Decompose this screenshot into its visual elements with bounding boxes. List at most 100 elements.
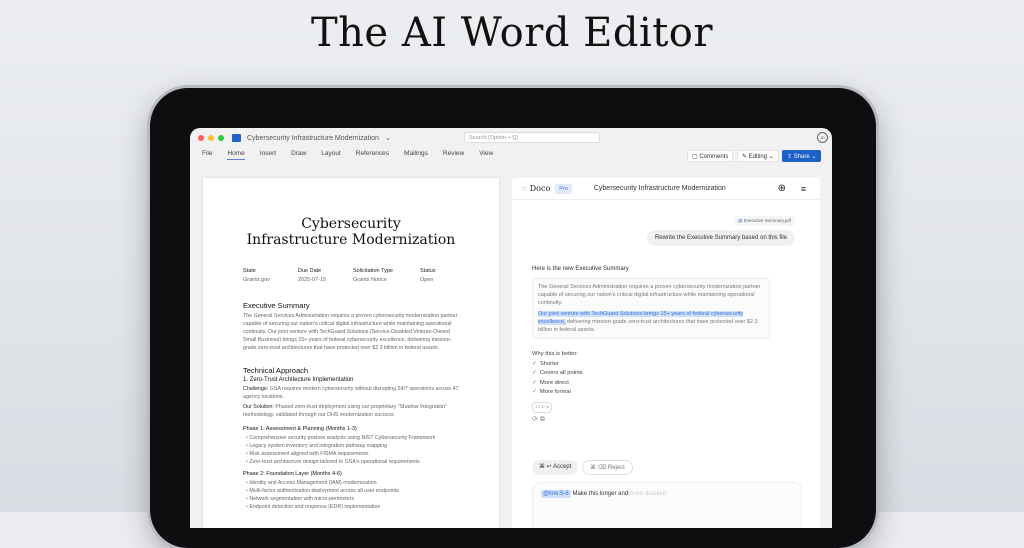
list-item: Risk assessment aligned with FISMA requi… [246, 450, 459, 458]
pro-badge: Pro [555, 183, 572, 194]
tab-review[interactable]: Review [443, 150, 464, 160]
meta-label: State [243, 268, 256, 274]
tab-file[interactable]: File [202, 150, 212, 160]
why-better-section: Why this is better: ✓ Shorter ✓ Covers all… [532, 350, 583, 425]
share-button[interactable]: ⇪ Share ⌄ [782, 150, 822, 162]
why-item-label: More direct [539, 379, 569, 386]
phase1-list: Comprehensive security posture analysis … [243, 434, 459, 466]
suggestion-text: The General Services Administration requ… [538, 284, 761, 306]
comments-button[interactable]: ▢ Comments [687, 150, 734, 162]
hero-title: The AI Word Editor [310, 10, 714, 56]
input-placeholder: more detailed [629, 491, 667, 497]
exec-summary-heading: Executive Summary [243, 301, 310, 310]
list-item: Legacy system inventory and integration … [246, 442, 459, 450]
attachment-chip[interactable]: ▤ Executive Summary.pdf [734, 216, 795, 226]
suggestion-card: The General Services Administration requ… [532, 278, 770, 339]
meta-value: Grants Notice [353, 277, 387, 283]
challenge-label: Challenge: [243, 386, 269, 392]
chevron-down-icon[interactable]: ⌄ [385, 134, 391, 142]
why-item: ✓ More direct [532, 379, 583, 389]
tab-mailings[interactable]: Mailings [404, 150, 428, 160]
close-button[interactable] [198, 135, 204, 141]
solution-text: Phased zero-trust deployment using our p… [243, 404, 447, 418]
line-reference-tag[interactable]: @line:5-6 [541, 490, 571, 498]
file-icon: ▤ [738, 218, 743, 223]
why-item: ✓ More formal [532, 388, 583, 398]
why-item: ✓ Covers all points [532, 369, 583, 379]
doc-title-line1: Cybersecurity [301, 216, 401, 232]
editing-button[interactable]: ✎ Editing ⌄ [737, 150, 779, 162]
doc-title-line2: Infrastructure Modernization [246, 232, 456, 248]
meta-label: Status [420, 268, 436, 274]
meta-value: Open [420, 277, 434, 283]
check-icon: ✓ [532, 389, 537, 395]
user-message: Rewrite the Executive Summary based on t… [646, 230, 795, 246]
tab-insert[interactable]: Insert [260, 150, 276, 160]
list-item: Endpoint detection and response (EDR) im… [246, 503, 459, 511]
share-label: Share [793, 154, 810, 160]
why-item-label: Shorter [539, 360, 559, 367]
response-heading: Here is the new Executive Summary [532, 266, 629, 272]
ai-chat-panel: ◌ Doco Pro Cybersecurity Infrastructure … [512, 178, 820, 528]
chat-header: ◌ Doco Pro Cybersecurity Infrastructure … [512, 178, 820, 200]
suggestion-text-2: Our joint venture with TechGuard Solutio… [538, 310, 764, 334]
why-item-label: Covers all points [539, 370, 583, 376]
tab-layout[interactable]: Layout [321, 150, 341, 160]
list-item: Identity and Access Management (IAM) mod… [246, 479, 459, 487]
list-item: Comprehensive security posture analysis … [246, 434, 459, 442]
input-text: Make this longer and [572, 491, 629, 497]
app-window: Cybersecurity Infrastructure Modernizati… [190, 128, 832, 528]
tab-view[interactable]: View [479, 150, 493, 160]
subheading: 1. Zero-Trust Architecture Implementatio… [243, 377, 354, 383]
solution-label: Our Solution: [243, 404, 274, 410]
challenge-paragraph: Challenge: GSA requires modern cybersecu… [243, 385, 459, 401]
tab-draw[interactable]: Draw [291, 150, 306, 160]
accept-button[interactable]: ⌘ ↵ Accept [532, 460, 579, 475]
new-chat-icon[interactable]: ⊕ [778, 183, 786, 194]
chat-input[interactable]: @line:5-6 Make this longer and|more deta… [532, 482, 802, 528]
tab-references[interactable]: References [356, 150, 389, 160]
title-bar: Cybersecurity Infrastructure Modernizati… [190, 128, 832, 148]
search-input[interactable]: Search (Option + Q) [464, 132, 600, 143]
brand-name: Doco [529, 184, 551, 193]
maximize-button[interactable] [218, 135, 224, 141]
check-icon: ✓ [532, 370, 537, 376]
document-title: Cybersecurity Infrastructure Modernizati… [247, 134, 379, 142]
doco-logo-icon: ◌ [522, 184, 527, 193]
list-item: Zero-trust architecture design tailored … [246, 458, 459, 466]
exec-summary-text: The General Services Administration requ… [243, 313, 458, 351]
phase2-list: Identity and Access Management (IAM) mod… [243, 479, 459, 511]
document-page[interactable]: Cybersecurity Infrastructure Modernizatio… [203, 178, 499, 528]
doc-meta: State Due Date Solicitation Type Status … [243, 268, 459, 283]
doc-title: Cybersecurity Infrastructure Modernizatio… [243, 216, 459, 248]
ribbon-tabs: File Home Insert Draw Layout References … [202, 150, 493, 160]
attachment-name: Executive Summary.pdf [743, 218, 791, 223]
citations-chip[interactable]: 1 2 3 +6 [532, 401, 552, 413]
solution-paragraph: Our Solution: Phased zero-trust deployme… [243, 403, 459, 419]
retry-icon[interactable]: ⟳ [532, 416, 538, 423]
why-heading: Why this is better: [532, 351, 579, 357]
menu-icon[interactable]: ≡ [801, 184, 806, 194]
check-icon: ✓ [532, 360, 537, 367]
tech-approach-heading: Technical Approach [243, 366, 309, 375]
list-item: Multi-factor authentication deployment a… [246, 487, 459, 495]
phase2-heading: Phase 2: Foundation Layer (Months 4-6) [243, 471, 342, 477]
word-icon [232, 134, 241, 142]
chat-title: Cybersecurity Infrastructure Modernizati… [593, 185, 726, 192]
why-item-label: More formal [539, 389, 571, 395]
tab-home[interactable]: Home [227, 150, 245, 160]
list-item: Network segmentation with micro-perimete… [246, 495, 459, 503]
reject-button[interactable]: ⌘ ⌫ Reject [582, 460, 633, 475]
avatar[interactable]: JD [817, 132, 828, 143]
minimize-button[interactable] [208, 135, 214, 141]
meta-label: Solicitation Type [353, 268, 393, 274]
copy-icon[interactable]: ⧉ [540, 416, 545, 423]
suggestion-text-rest: delivering mission-grade zero-trust arch… [538, 319, 758, 333]
why-item: ✓ Shorter [532, 360, 583, 370]
phase1-heading: Phase 1: Assessment & Planning (Months 1… [243, 426, 357, 432]
editing-label: Editing [748, 154, 768, 160]
message-actions: ⟳ ⧉ [532, 415, 583, 425]
meta-value: 2025-07-15 [298, 277, 327, 283]
check-icon: ✓ [532, 379, 537, 386]
meta-value: Grants.gov [243, 277, 270, 283]
